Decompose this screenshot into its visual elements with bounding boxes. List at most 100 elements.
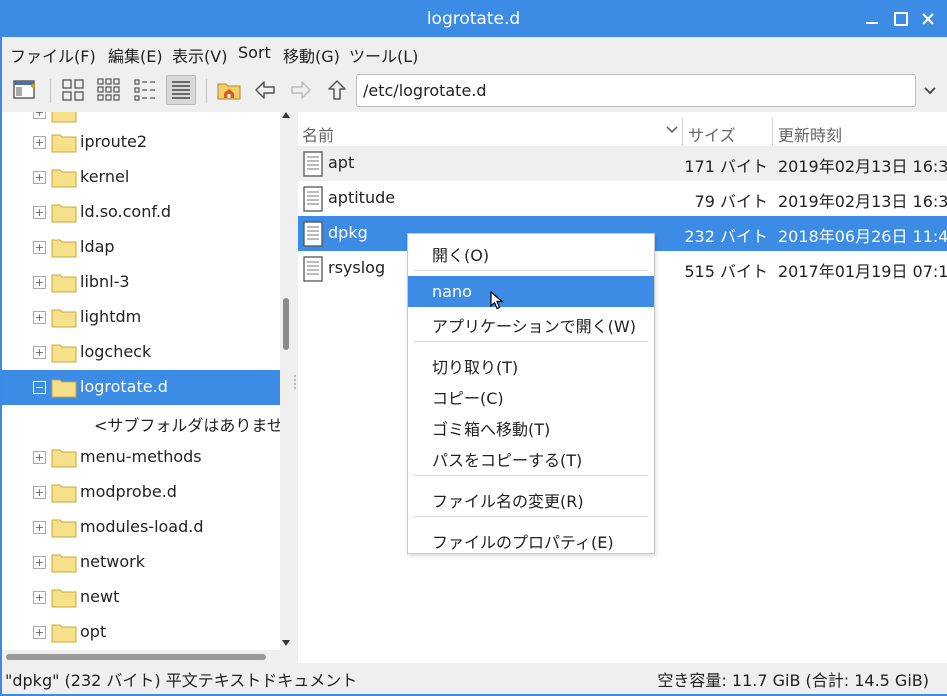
expander-icon[interactable]: +	[33, 112, 46, 119]
menu-bar: ファイル(F) 編集(E) 表示(V) Sort 移動(G) ツール(L)	[2, 37, 947, 69]
scroll-up-icon[interactable]	[282, 112, 290, 118]
menu-go[interactable]: 移動(G)	[283, 43, 340, 67]
icon-view-button[interactable]	[58, 75, 88, 105]
folder-icon	[51, 112, 77, 123]
tree-item[interactable]: + logcheck	[2, 335, 280, 370]
up-button[interactable]	[322, 75, 352, 105]
menu-edit[interactable]: 編集(E)	[108, 43, 163, 67]
tree-vertical-scrollbar[interactable]	[280, 112, 292, 650]
folder-icon	[51, 274, 77, 293]
menu-file[interactable]: ファイル(F)	[10, 43, 96, 67]
expand-icon[interactable]: +	[33, 171, 46, 184]
collapse-icon[interactable]: −	[33, 381, 46, 394]
location-history-dropdown[interactable]	[916, 74, 944, 107]
file-modified: 2018年06月26日 11:48	[778, 227, 947, 246]
expand-icon[interactable]: +	[33, 136, 46, 149]
tree-item[interactable]: <サブフォルダはありませ	[2, 405, 280, 440]
expand-icon[interactable]: +	[33, 346, 46, 359]
maximize-icon[interactable]	[892, 10, 910, 28]
compact-view-button[interactable]	[130, 75, 160, 105]
detailed-list-view-button[interactable]	[166, 75, 196, 105]
file-size: 171 バイト	[684, 157, 768, 176]
expand-icon[interactable]: +	[33, 486, 46, 499]
tree-item-label: libnl-3	[80, 272, 130, 291]
tree-item-label: modules-load.d	[80, 517, 204, 536]
menu-view[interactable]: 表示(V)	[172, 43, 227, 67]
new-window-icon	[13, 80, 35, 99]
window-title: logrotate.d	[426, 9, 521, 29]
expand-icon[interactable]: +	[33, 556, 46, 569]
menu-tools[interactable]: ツール(L)	[349, 43, 418, 67]
tree-item[interactable]: + lightdm	[2, 300, 280, 335]
tree-horizontal-scrollbar[interactable]	[2, 650, 292, 663]
ctx-properties[interactable]: ファイルのプロパティ(E)	[408, 523, 654, 554]
ctx-copy[interactable]: コピー(C)	[408, 379, 654, 410]
back-button[interactable]	[250, 75, 280, 105]
tree-item[interactable]: + modprobe.d	[2, 475, 280, 510]
column-modified-header[interactable]: 更新時刻	[778, 122, 842, 146]
tree-item[interactable]: + ld.so.conf.d	[2, 195, 280, 230]
expand-icon[interactable]: +	[33, 276, 46, 289]
folder-icon	[51, 449, 77, 468]
context-menu: 開く(O) nano アプリケーションで開く(W) 切り取り(T) コピー(C)…	[407, 233, 655, 554]
tree-item-label: kernel	[80, 167, 130, 186]
ctx-open-with-application[interactable]: アプリケーションで開く(W)	[408, 307, 654, 338]
thumbnail-view-button[interactable]	[94, 75, 124, 105]
ctx-copy-path[interactable]: パスをコピーする(T)	[408, 441, 654, 472]
home-button[interactable]	[214, 75, 244, 105]
file-row[interactable]: apt 171 バイト 2019年02月13日 16:38	[298, 146, 947, 181]
location-bar[interactable]: /etc/logrotate.d	[356, 74, 916, 107]
tree-item[interactable]: + network	[2, 545, 280, 580]
ctx-move-to-trash[interactable]: ゴミ箱へ移動(T)	[408, 410, 654, 441]
file-row[interactable]: aptitude 79 バイト 2019年02月13日 16:39	[298, 181, 947, 216]
tree-item[interactable]: + menu-methods	[2, 440, 280, 475]
expand-icon[interactable]: +	[33, 451, 46, 464]
column-divider[interactable]	[772, 118, 773, 146]
title-bar[interactable]: logrotate.d	[0, 0, 947, 37]
minimize-icon[interactable]	[863, 10, 881, 28]
expand-icon[interactable]: +	[33, 206, 46, 219]
tree-item[interactable]: − logrotate.d	[2, 370, 280, 405]
folder-icon	[51, 554, 77, 573]
file-name: dpkg	[328, 223, 368, 242]
expand-icon[interactable]: +	[33, 591, 46, 604]
tree-item-label: menu-methods	[80, 447, 202, 466]
tree-item[interactable]: + opt	[2, 615, 280, 650]
folder-icon	[51, 344, 77, 363]
toolbar-separator	[50, 79, 51, 103]
tree-item[interactable]: + modules-load.d	[2, 510, 280, 545]
expand-icon[interactable]: +	[33, 311, 46, 324]
tree-item[interactable]: + ldap	[2, 230, 280, 265]
directory-tree[interactable]: + + iproute2 + kernel + ld.so.conf.d + ldap + lib…	[2, 112, 280, 663]
column-name-header[interactable]: 名前	[302, 122, 334, 146]
forward-button[interactable]	[286, 75, 316, 105]
ctx-open-with-nano[interactable]: nano	[408, 276, 654, 307]
column-size-header[interactable]: サイズ	[688, 122, 736, 146]
splitter-grip-icon	[294, 375, 296, 389]
file-size: 79 バイト	[694, 192, 768, 211]
expand-icon[interactable]: +	[33, 521, 46, 534]
scrollbar-thumb[interactable]	[283, 298, 289, 350]
ctx-rename[interactable]: ファイル名の変更(R)	[408, 482, 654, 513]
tree-item[interactable]: + iproute2	[2, 125, 280, 160]
tree-item[interactable]: + newt	[2, 580, 280, 615]
tree-item[interactable]: + libnl-3	[2, 265, 280, 300]
toolbar-separator	[206, 79, 207, 103]
scroll-down-icon[interactable]	[282, 640, 290, 646]
sort-descending-icon[interactable]	[666, 126, 678, 135]
menu-sort[interactable]: Sort	[238, 43, 271, 62]
expand-icon[interactable]: +	[33, 626, 46, 639]
ctx-open[interactable]: 開く(O)	[408, 236, 654, 267]
close-icon[interactable]	[919, 10, 937, 28]
file-modified: 2019年02月13日 16:38	[778, 157, 947, 176]
scrollbar-thumb[interactable]	[6, 654, 266, 660]
text-file-icon	[303, 186, 323, 212]
ctx-cut[interactable]: 切り取り(T)	[408, 348, 654, 379]
chevron-down-icon	[924, 86, 936, 94]
column-divider[interactable]	[682, 118, 683, 146]
tree-item-label: network	[80, 552, 145, 571]
new-window-button[interactable]	[10, 75, 40, 105]
text-file-icon	[303, 151, 323, 177]
tree-item[interactable]: + kernel	[2, 160, 280, 195]
expand-icon[interactable]: +	[33, 241, 46, 254]
